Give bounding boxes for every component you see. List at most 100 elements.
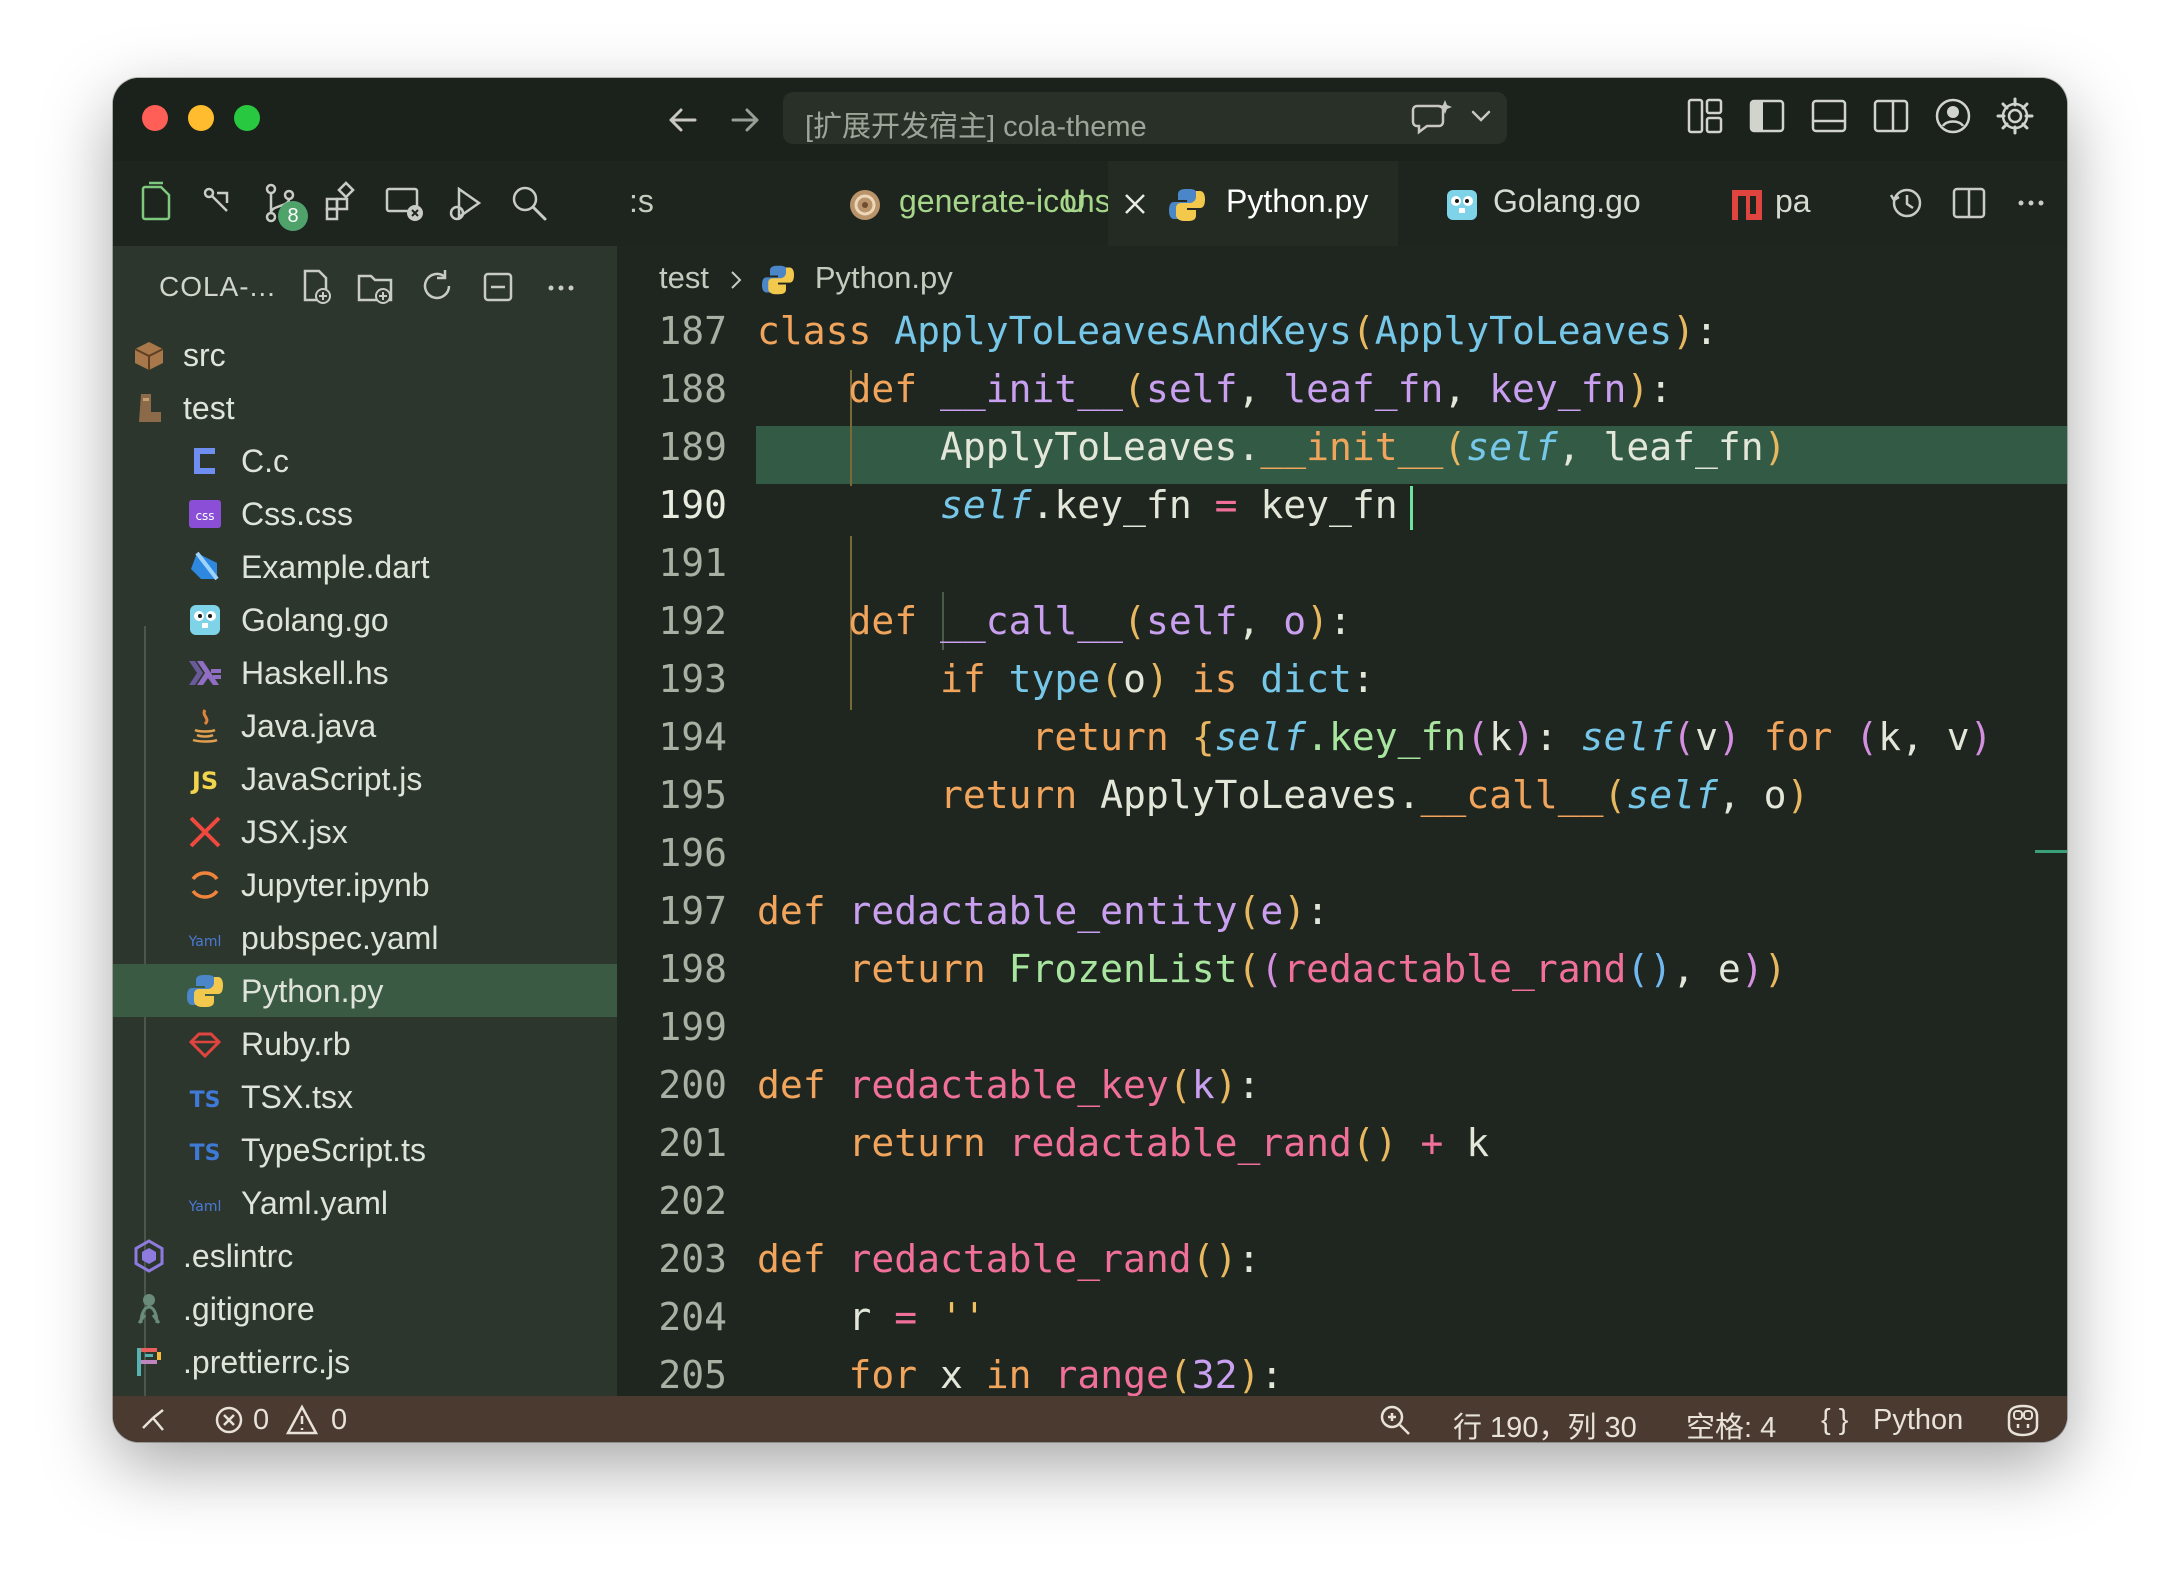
timeline-history-icon[interactable] (1887, 183, 1927, 223)
code-token: __init__ (1260, 425, 1444, 469)
code-line[interactable]: return ApplyToLeaves.__call__(self, o) (757, 766, 1809, 824)
tree-file-dart[interactable]: Example.dart (113, 540, 617, 593)
tree-file-python[interactable]: Python.py (113, 964, 617, 1017)
tree-file-css[interactable]: css Css.css (113, 487, 617, 540)
code-line[interactable]: def __call__(self, o): (757, 592, 1352, 650)
code-token: : (1329, 599, 1352, 643)
tree-file-javascript[interactable]: JS JavaScript.js (113, 752, 617, 805)
tab-pa[interactable]: pa (1729, 161, 1839, 246)
code-line[interactable]: ApplyToLeaves.__init__(self, leaf_fn) (757, 418, 1787, 476)
customize-layout-icon[interactable] (1683, 94, 1727, 138)
code-token: + (1397, 1121, 1467, 1165)
toggle-panel-icon[interactable] (1807, 94, 1851, 138)
refresh-icon[interactable] (417, 266, 457, 306)
tree-file-tsx[interactable]: TS TSX.tsx (113, 1070, 617, 1123)
error-icon[interactable] (213, 1404, 245, 1436)
tree-file-haskell[interactable]: Haskell.hs (113, 646, 617, 699)
chevron-down-icon[interactable] (1469, 104, 1493, 128)
run-debug-icon[interactable] (445, 181, 489, 225)
indentation[interactable]: 空格: 4 (1686, 1404, 1776, 1442)
tree-file-eslintrc[interactable]: .eslintrc (113, 1229, 617, 1282)
code-line[interactable]: return redactable_rand() + k (757, 1114, 1490, 1172)
line-number: 194 (658, 715, 727, 759)
tree-file-yaml[interactable]: Yaml Yaml.yaml (113, 1176, 617, 1229)
search-icon[interactable] (507, 181, 551, 225)
tree-folder-test[interactable]: test (113, 381, 617, 434)
remote-explorer-icon[interactable] (383, 181, 427, 225)
tree-item-label: JSX.jsx (241, 814, 348, 850)
close-window-button[interactable] (142, 105, 168, 131)
explorer-icon[interactable] (135, 181, 179, 225)
breadcrumb-folder[interactable]: test (659, 260, 709, 295)
more-actions-icon[interactable] (2011, 183, 2051, 223)
remote-indicator-icon[interactable] (137, 1404, 169, 1436)
explorer-sidebar: COLA-... src test C.c css Css.css Exampl… (113, 246, 617, 1442)
copilot-icon[interactable] (2003, 1402, 2043, 1438)
code-line[interactable]: class ApplyToLeavesAndKeys(ApplyToLeaves… (757, 302, 1718, 360)
tree-file-pubspec[interactable]: Yaml pubspec.yaml (113, 911, 617, 964)
breadcrumb-file[interactable]: Python.py (815, 260, 953, 295)
new-folder-icon[interactable] (355, 266, 395, 306)
account-icon[interactable] (1931, 94, 1975, 138)
warning-count[interactable]: 0 (331, 1404, 347, 1437)
code-token: return (757, 947, 1009, 991)
tree-file-c[interactable]: C.c (113, 434, 617, 487)
tree-file-jupyter[interactable]: Jupyter.ipynb (113, 858, 617, 911)
chat-sparkle-icon[interactable] (1411, 98, 1453, 138)
code-token: , (1237, 367, 1284, 411)
language-braces[interactable]: { } (1821, 1404, 1848, 1437)
code-token: k, v (1878, 715, 1970, 759)
close-icon[interactable] (1122, 191, 1148, 217)
new-file-icon[interactable] (295, 266, 335, 306)
tree-file-java[interactable]: Java.java (113, 699, 617, 752)
tree-file-golang[interactable]: Golang.go (113, 593, 617, 646)
tab-generate-icons[interactable]: generate-icons.sh (713, 161, 1153, 246)
tree-file-jsx[interactable]: JSX.jsx (113, 805, 617, 858)
code-line[interactable]: self.key_fn = key_fn (757, 476, 1413, 534)
code-line[interactable]: r = '' (757, 1288, 986, 1346)
error-count[interactable]: 0 (253, 1404, 269, 1437)
language-mode[interactable]: Python (1873, 1404, 1963, 1437)
tab-overflow[interactable]: :s (617, 161, 677, 246)
split-editor-icon[interactable] (1949, 183, 1989, 223)
tree-file-gitignore[interactable]: .gitignore (113, 1282, 617, 1335)
line-number: 187 (658, 309, 727, 353)
code-line[interactable]: if type(o) is dict: (757, 650, 1375, 708)
tree-folder-src[interactable]: src (113, 328, 617, 381)
zoom-window-button[interactable] (234, 105, 260, 131)
tree-item-label: .eslintrc (183, 1238, 294, 1274)
tab-python[interactable]: Python.py (1108, 161, 1398, 246)
zoom-in-icon[interactable] (1378, 1403, 1412, 1437)
minimize-window-button[interactable] (188, 105, 214, 131)
code-editor[interactable]: test Python.py 187 class ApplyToLeavesAnd… (617, 246, 2067, 1442)
c-icon (194, 448, 215, 474)
cursor-position[interactable]: 行 190，列 30 (1453, 1404, 1637, 1442)
back-arrow-icon[interactable] (663, 100, 703, 140)
tree-file-prettierrc[interactable]: .prettierrc.js (113, 1335, 617, 1388)
code-line[interactable]: return FrozenList((redactable_rand(), e)… (757, 940, 1787, 998)
code-line[interactable]: return {self.key_fn(k): self(v) for (k, … (757, 708, 1993, 766)
source-control-branch-icon[interactable] (197, 181, 241, 225)
tree-item-label: Haskell.hs (241, 655, 389, 691)
tree-file-ruby[interactable]: Ruby.rb (113, 1017, 617, 1070)
css-icon: css (189, 500, 221, 528)
line-number: 192 (658, 599, 727, 643)
tree-file-typescript[interactable]: TS TypeScript.ts (113, 1123, 617, 1176)
more-actions-icon[interactable] (541, 266, 581, 306)
code-line[interactable]: def redactable_entity(e): (757, 882, 1329, 940)
tree-item-label: TypeScript.ts (241, 1132, 426, 1168)
code-line[interactable]: def redactable_key(k): (757, 1056, 1260, 1114)
command-center[interactable]: [扩展开发宿主] cola-theme (783, 92, 1507, 144)
line-number: 190 (658, 483, 727, 527)
toggle-primary-sidebar-icon[interactable] (1745, 94, 1789, 138)
code-line[interactable]: def __init__(self, leaf_fn, key_fn): (757, 360, 1673, 418)
code-token: ApplyToLeaves. (757, 425, 1261, 469)
extensions-icon[interactable] (321, 181, 365, 225)
collapse-all-icon[interactable] (479, 266, 519, 306)
forward-arrow-icon[interactable] (725, 100, 765, 140)
settings-gear-icon[interactable] (1993, 94, 2037, 138)
toggle-secondary-sidebar-icon[interactable] (1869, 94, 1913, 138)
tab-golang[interactable]: Golang.go (1443, 161, 1693, 246)
warning-icon[interactable] (285, 1404, 319, 1436)
code-line[interactable]: def redactable_rand(): (757, 1230, 1260, 1288)
